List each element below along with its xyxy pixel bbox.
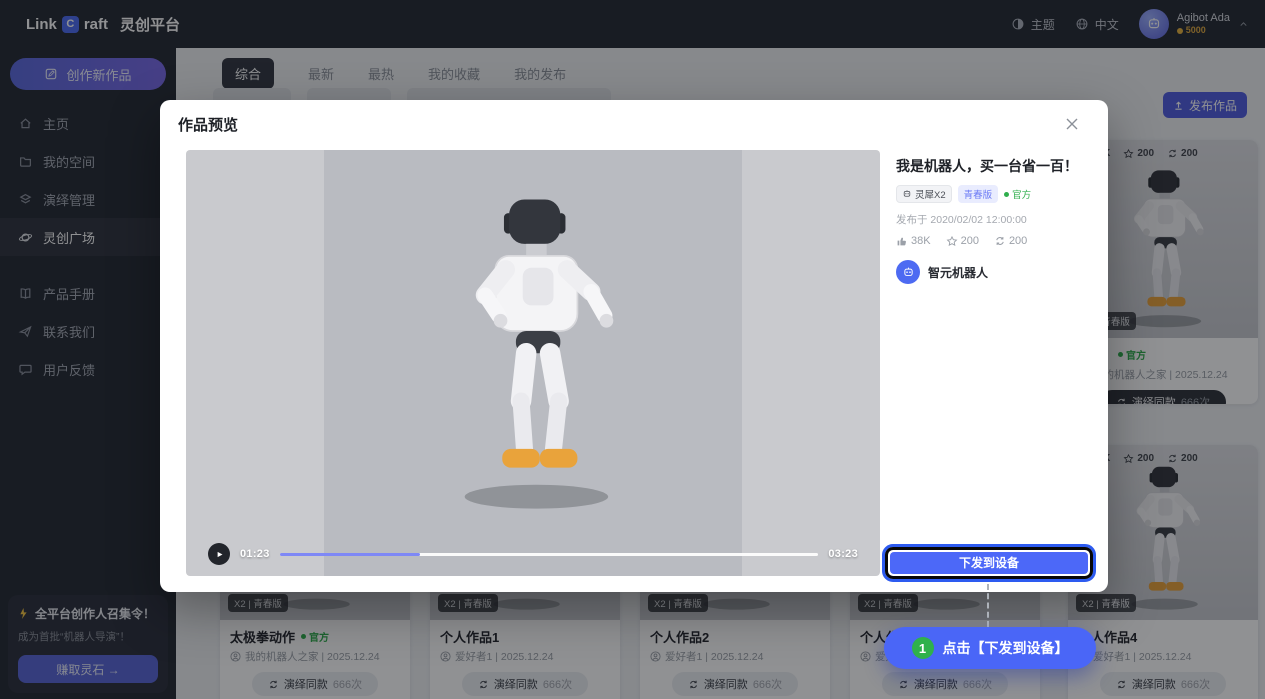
total-time: 03:23 [828, 548, 858, 560]
modal-title: 作品预览 [178, 114, 238, 135]
author-name: 智元机器人 [928, 264, 988, 281]
robot-illustration [431, 189, 636, 514]
official-dot-icon [1004, 192, 1009, 197]
current-time: 01:23 [240, 548, 270, 560]
edition-tag: 青春版 [958, 185, 999, 203]
tutorial-tooltip: 1 点击【下发到设备】 [884, 627, 1096, 669]
publish-date: 发布于 2020/02/02 12:00:00 [896, 212, 1098, 227]
star-icon [946, 235, 958, 247]
model-tag: 灵犀X2 [896, 185, 952, 203]
work-detail-panel: 我是机器人，买一台省一百！ 灵犀X2 青春版 官方 发布于 2020/02/02… [896, 156, 1098, 284]
share-icon [994, 235, 1006, 247]
like-icon [896, 235, 908, 247]
tutorial-highlight-inner: 下发到设备 [885, 547, 1093, 579]
work-stats: 38K 200 200 [896, 235, 1098, 247]
likes-stat[interactable]: 38K [896, 235, 931, 247]
tutorial-text: 点击【下发到设备】 [943, 638, 1069, 658]
robot-avatar-icon [902, 266, 915, 279]
stars-stat[interactable]: 200 [946, 235, 979, 247]
work-tags: 灵犀X2 青春版 官方 [896, 185, 1098, 203]
close-button[interactable] [1066, 118, 1078, 130]
official-badge: 官方 [1004, 187, 1031, 201]
progress-bar[interactable] [280, 553, 819, 556]
screen: Link C raft 灵创平台 主题 中文 Agibot Ada 5000 [0, 0, 1265, 699]
play-button[interactable] [208, 543, 230, 565]
work-preview-modal: 作品预览 01:23 03:23 我是机器人，买一台省一百！ 灵犀X2 青春版 [160, 100, 1108, 592]
progress-fill [280, 553, 420, 556]
video-player[interactable]: 01:23 03:23 [186, 150, 880, 576]
work-title: 我是机器人，买一台省一百！ [896, 156, 1098, 176]
video-frame [324, 150, 742, 576]
author-avatar [896, 260, 920, 284]
video-controls: 01:23 03:23 [208, 543, 858, 565]
close-icon [1066, 118, 1078, 130]
play-icon [215, 550, 224, 559]
robot-model-icon [902, 189, 912, 199]
author-row[interactable]: 智元机器人 [896, 260, 1098, 284]
shares-stat[interactable]: 200 [994, 235, 1027, 247]
tutorial-highlight-frame: 下发到设备 [882, 544, 1096, 582]
deploy-to-device-button[interactable]: 下发到设备 [890, 552, 1088, 574]
step-number-badge: 1 [912, 637, 934, 659]
tutorial-connector-line [987, 584, 989, 627]
